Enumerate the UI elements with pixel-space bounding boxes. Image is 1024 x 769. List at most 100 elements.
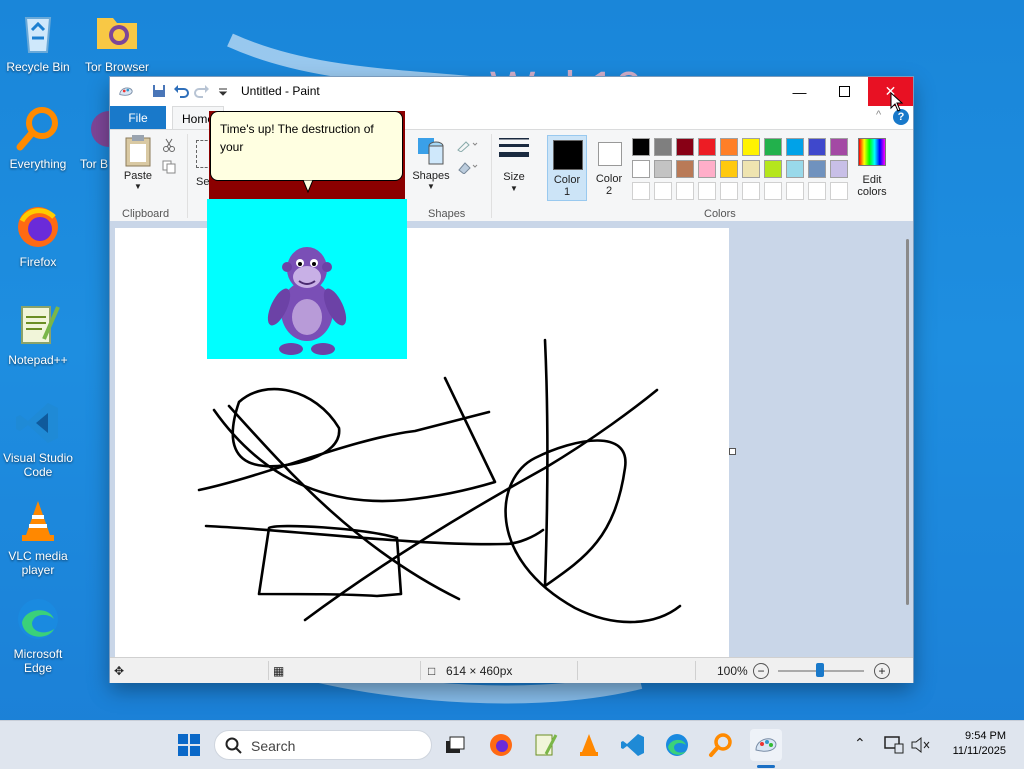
paint-app-icon[interactable] <box>118 83 134 99</box>
canvas-resize-handle[interactable] <box>729 448 736 455</box>
notepad-plus-plus-icon <box>535 734 558 756</box>
taskbar-search[interactable]: Search <box>214 730 432 760</box>
paste-button[interactable]: Paste ▼ <box>120 134 156 196</box>
save-icon[interactable] <box>151 83 167 99</box>
desktop-icon-vlc[interactable]: VLC media player <box>0 497 76 577</box>
clipboard-group-label: Clipboard <box>122 208 170 220</box>
palette-swatch[interactable] <box>720 160 738 178</box>
desktop-icon-recycle-bin[interactable]: Recycle Bin <box>0 8 76 74</box>
shapes-group-label: Shapes <box>428 208 466 220</box>
palette-swatch[interactable] <box>654 138 672 156</box>
custom-color-slot[interactable] <box>676 182 694 200</box>
volume-muted-icon[interactable] <box>910 736 930 754</box>
palette-swatch[interactable] <box>742 138 760 156</box>
tor-icon <box>79 105 109 153</box>
outline-icon[interactable] <box>456 138 480 152</box>
desktop-icon-vscode[interactable]: Visual Studio Code <box>0 399 76 479</box>
ribbon-separator <box>491 134 492 218</box>
palette-swatch[interactable] <box>676 138 694 156</box>
color1-button[interactable]: Color 1 <box>547 135 587 201</box>
palette-swatch[interactable] <box>786 160 804 178</box>
windows-logo-icon <box>178 734 200 756</box>
taskbar-paint[interactable] <box>750 729 782 761</box>
color1-label: Color <box>553 174 581 186</box>
speech-bubble: Time's up! The destruction of your <box>210 111 403 181</box>
taskbar-edge[interactable] <box>661 729 693 761</box>
custom-color-slot[interactable] <box>830 182 848 200</box>
redo-icon[interactable] <box>194 83 210 99</box>
palette-swatch[interactable] <box>742 160 760 178</box>
cut-icon[interactable] <box>162 138 176 152</box>
palette-swatch[interactable] <box>808 138 826 156</box>
desktop-icon-tor-browser-2[interactable]: Tor B <box>79 105 109 171</box>
collapse-ribbon-icon[interactable]: ^ <box>876 109 881 121</box>
palette-swatch[interactable] <box>632 160 650 178</box>
task-view-button[interactable] <box>439 729 471 761</box>
firefox-icon <box>490 734 512 756</box>
search-icon <box>225 737 242 754</box>
bonzi-gorilla-icon[interactable] <box>207 199 407 359</box>
taskbar-notepad-plus-plus[interactable] <box>529 729 561 761</box>
custom-color-slot[interactable] <box>764 182 782 200</box>
tab-file[interactable]: File <box>110 106 166 129</box>
custom-color-slot[interactable] <box>698 182 716 200</box>
palette-swatch[interactable] <box>720 138 738 156</box>
size-button[interactable]: Size ▼ <box>496 134 532 200</box>
edit-colors-button[interactable]: Edit colors <box>854 136 890 202</box>
palette-swatch[interactable] <box>830 138 848 156</box>
shapes-button[interactable]: Shapes ▼ <box>410 134 452 196</box>
desktop-icon-tor-browser[interactable]: Tor Browser <box>79 8 155 74</box>
palette-swatch[interactable] <box>808 160 826 178</box>
palette-swatch[interactable] <box>698 138 716 156</box>
network-icon[interactable] <box>884 736 904 754</box>
maximize-button[interactable] <box>822 77 867 106</box>
taskbar-vscode[interactable] <box>617 729 649 761</box>
palette-swatch[interactable] <box>786 138 804 156</box>
cursor-position-icon: ✥ <box>114 663 125 678</box>
palette-swatch[interactable] <box>632 138 650 156</box>
custom-color-slot[interactable] <box>720 182 738 200</box>
bonzi-buddy-popup[interactable]: Time's up! The destruction of your <box>207 111 407 359</box>
title-bar[interactable]: Untitled - Paint — ✕ <box>110 77 913 106</box>
system-clock[interactable]: 9:54 PM 11/11/2025 <box>953 729 1006 759</box>
clock-date: 11/11/2025 <box>952 745 1006 757</box>
taskbar-firefox[interactable] <box>485 729 517 761</box>
zoom-slider-thumb[interactable] <box>816 663 824 677</box>
custom-color-slot[interactable] <box>742 182 760 200</box>
palette-swatch[interactable] <box>764 138 782 156</box>
desktop-icon-notepad-plus-plus[interactable]: Notepad++ <box>0 301 76 367</box>
undo-icon[interactable] <box>173 83 189 99</box>
copy-icon[interactable] <box>162 160 176 174</box>
vertical-scrollbar[interactable] <box>906 239 909 605</box>
palette-swatch[interactable] <box>698 160 716 178</box>
vscode-icon <box>621 734 644 756</box>
desktop-icon-everything[interactable]: Everything <box>0 105 76 171</box>
custom-color-slot[interactable] <box>786 182 804 200</box>
customize-quick-access-icon[interactable] <box>215 83 231 99</box>
custom-color-slot[interactable] <box>654 182 672 200</box>
ribbon-separator <box>187 134 188 218</box>
magnifier-icon <box>709 733 732 757</box>
start-button[interactable] <box>173 729 205 761</box>
size-label: Size <box>503 171 525 183</box>
zoom-out-button[interactable]: − <box>753 663 769 679</box>
taskbar-vlc[interactable] <box>573 729 605 761</box>
palette-swatch[interactable] <box>654 160 672 178</box>
custom-color-slot[interactable] <box>632 182 650 200</box>
desktop-icon-firefox[interactable]: Firefox <box>0 203 76 269</box>
palette-swatch[interactable] <box>830 160 848 178</box>
color2-swatch <box>598 142 622 166</box>
color2-button[interactable]: Color 2 <box>591 135 627 201</box>
custom-color-slot[interactable] <box>808 182 826 200</box>
desktop-icon-edge[interactable]: Microsoft Edge <box>0 595 76 675</box>
palette-swatch[interactable] <box>764 160 782 178</box>
fill-icon[interactable] <box>456 160 480 174</box>
taskbar-everything[interactable] <box>705 729 737 761</box>
zoom-in-button[interactable]: + <box>874 663 890 679</box>
minimize-button[interactable]: — <box>777 77 822 106</box>
shapes-dropdown-icon: ▼ <box>427 182 435 191</box>
canvas-dimensions: 614 × 460px <box>446 663 513 678</box>
show-hidden-icons-button[interactable]: ⌃ <box>854 735 866 752</box>
edge-icon <box>14 595 62 643</box>
palette-swatch[interactable] <box>676 160 694 178</box>
